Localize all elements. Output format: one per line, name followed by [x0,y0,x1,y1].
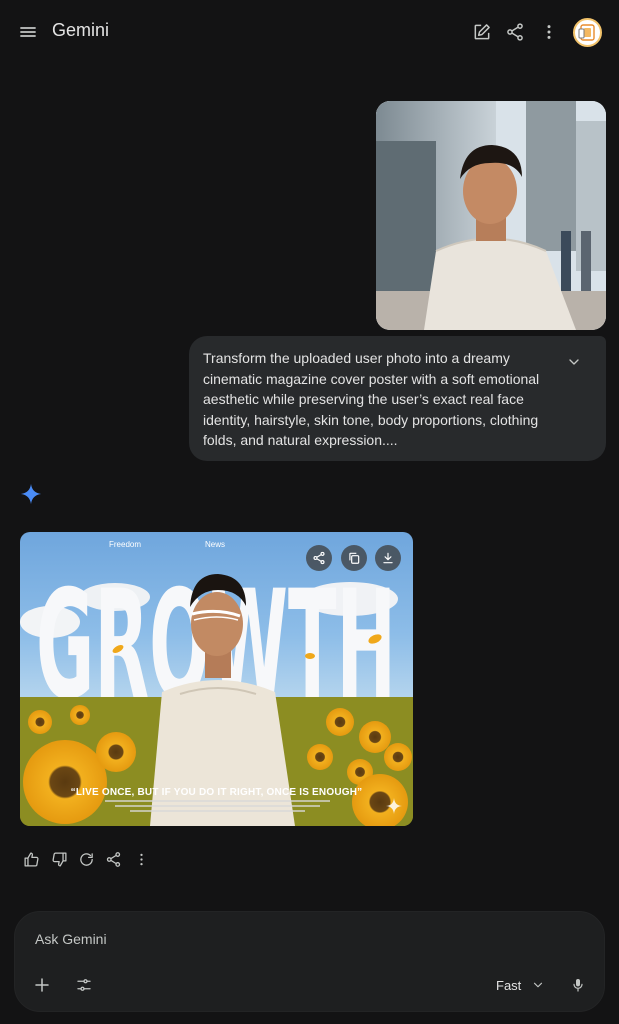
poster-copy-button[interactable] [341,545,367,571]
prompt-input-placeholder[interactable]: Ask Gemini [35,931,107,947]
chevron-down-icon [534,982,543,988]
prompt-input-box[interactable]: Ask Gemini Fast [14,911,605,1012]
user-prompt-bubble: Transform the uploaded user photo into a… [189,336,606,461]
poster-nav-freedom: Freedom [109,540,142,549]
more-vert-icon[interactable] [132,850,150,868]
generated-poster-image[interactable]: GROWTH Freedom News “LIVE ONCE, BUT IF Y… [20,532,413,826]
new-chat-icon[interactable] [470,20,494,44]
chevron-down-icon[interactable] [566,354,582,370]
add-icon[interactable] [31,974,53,996]
user-uploaded-photo[interactable] [376,101,606,330]
more-vert-icon[interactable] [537,20,561,44]
app-title: Gemini [52,20,110,40]
poster-nav-news: News [205,540,226,549]
menu-icon[interactable] [16,20,40,44]
share-icon[interactable] [503,20,527,44]
gemini-spark-icon [20,483,42,505]
share-icon[interactable] [104,850,122,868]
account-avatar[interactable] [573,18,602,47]
regenerate-icon[interactable] [77,850,95,868]
poster-share-button[interactable] [306,545,332,571]
user-prompt-text: Transform the uploaded user photo into a… [203,350,540,448]
thumb-up-icon[interactable] [22,850,40,868]
poster-download-button[interactable] [375,545,401,571]
poster-quote: “LIVE ONCE, BUT IF YOU DO IT RIGHT, ONCE… [70,787,363,798]
mode-selector[interactable]: Fast [496,973,545,997]
share-icon [313,551,325,565]
copy-icon [349,552,360,564]
tools-icon[interactable] [73,974,95,996]
top-bar: Gemini [0,0,619,64]
mic-icon[interactable] [567,974,589,996]
mode-label: Fast [496,977,522,993]
thumb-down-icon[interactable] [50,850,68,868]
download-icon [383,552,393,564]
